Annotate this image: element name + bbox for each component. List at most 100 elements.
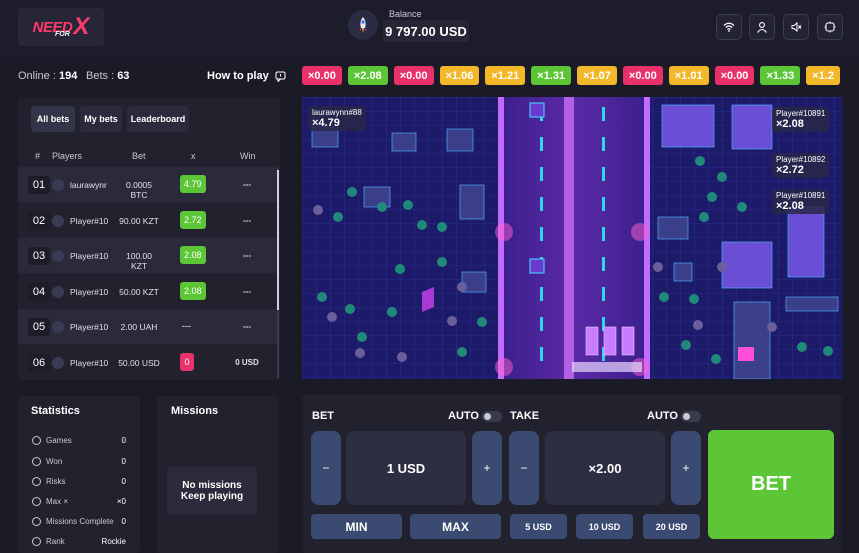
place-bet-button[interactable]: BET: [708, 430, 834, 539]
multiplier-chip: ×1.01: [668, 66, 709, 85]
stat-label: Max ×: [46, 497, 69, 506]
logo-x: X: [73, 13, 90, 40]
player-overlay: Player#10891 ×2.08: [772, 189, 830, 214]
chip-icon[interactable]: [817, 14, 843, 40]
col-players: Players: [52, 151, 83, 161]
row-number: 02: [28, 212, 50, 230]
row-multiplier: 2.72: [180, 211, 206, 229]
multiplier-chip: ×1.31: [531, 66, 572, 85]
lightning-icon: [32, 477, 41, 486]
overlay-player-name: Player#10891: [776, 109, 826, 118]
take-label: TAKE: [510, 410, 540, 422]
row-bet: 90.00 KZT: [119, 216, 159, 226]
auto-bet-toggle[interactable]: [482, 411, 502, 422]
col-x: x: [191, 151, 196, 161]
player-overlay: Player#10891 ×2.08: [772, 107, 830, 132]
table-row: 04 Player#10 50.00 KZT 2.08 ---: [18, 274, 278, 309]
stat-label: Risks: [46, 477, 66, 486]
overlay-multiplier: ×2.72: [776, 164, 804, 176]
missions-title: Missions: [171, 405, 219, 417]
quick-bet-10-button[interactable]: 10 USD: [576, 514, 633, 539]
stat-row: Won: [32, 457, 62, 466]
row-win: ---: [243, 216, 251, 225]
stat-value: 0: [121, 477, 126, 486]
tab-my-bets[interactable]: My bets: [80, 106, 122, 132]
row-number: 05: [28, 318, 50, 336]
stat-value: 0: [121, 517, 126, 526]
row-win: ---: [243, 180, 251, 189]
bet-label: BET: [312, 410, 334, 422]
sound-off-icon[interactable]: [783, 14, 809, 40]
multiplier-chip: ×1.21: [485, 66, 526, 85]
row-bet: 50.00 KZT: [119, 287, 159, 297]
stat-value: Rockie: [101, 537, 126, 546]
max-icon: [32, 497, 41, 506]
rank-icon: [32, 537, 41, 546]
row-win: ---: [243, 287, 251, 296]
quick-bet-20-button[interactable]: 20 USD: [643, 514, 700, 539]
multiplier-chip: ×0.00: [302, 66, 342, 85]
avatar-icon: [52, 286, 64, 298]
check-icon: [32, 517, 41, 526]
row-bet: 50.00 USD: [118, 358, 160, 368]
wifi-icon[interactable]: [716, 14, 742, 40]
col-win: Win: [240, 151, 256, 161]
trophy-icon: [32, 457, 41, 466]
statistics-title: Statistics: [31, 405, 80, 417]
game-view: laurawynn#88 ×4.79 Player#10891 ×2.08 Pl…: [302, 97, 842, 379]
tab-all-bets[interactable]: All bets: [31, 106, 75, 132]
help-chat-icon: [275, 71, 286, 82]
row-number: 04: [28, 283, 50, 301]
missions-empty-line1: No missions: [182, 480, 242, 491]
auto-take-label: AUTO: [647, 410, 678, 422]
stat-value: 0: [121, 436, 126, 445]
multiplier-chip: ×0.00: [393, 66, 434, 85]
row-player: Player#10: [70, 358, 109, 368]
row-bet: 100.00 KZT: [126, 251, 152, 271]
bet-increase-button[interactable]: +: [472, 431, 502, 505]
table-row: 05 Player#10 2.00 UAH --- ---: [18, 309, 278, 344]
overlay-multiplier: ×2.08: [776, 118, 804, 130]
missions-empty: No missions Keep playing: [167, 467, 257, 515]
stat-row: Games: [32, 436, 72, 445]
row-multiplier: 2.08: [180, 246, 206, 264]
stat-value: 0: [121, 457, 126, 466]
row-number: 06: [28, 354, 50, 372]
stat-row: Risks: [32, 477, 66, 486]
online-count: Online : 194: [18, 70, 78, 82]
take-multiplier-field[interactable]: ×2.00: [545, 431, 665, 505]
row-multiplier: 4.79: [180, 175, 206, 193]
tab-leaderboard[interactable]: Leaderboard: [127, 106, 189, 132]
take-decrease-button[interactable]: −: [509, 431, 539, 505]
user-icon[interactable]: [749, 14, 775, 40]
auto-take-toggle[interactable]: [681, 411, 701, 422]
overlay-player-name: Player#10892: [776, 155, 826, 164]
bet-amount-field[interactable]: 1 USD: [346, 431, 466, 505]
min-bet-button[interactable]: MIN: [311, 514, 402, 539]
quick-bet-5-button[interactable]: 5 USD: [510, 514, 567, 539]
multiplier-chip: ×1.06: [439, 66, 480, 85]
col-bet: Bet: [132, 151, 146, 161]
row-player: Player#10: [70, 322, 109, 332]
row-win: 0 USD: [235, 358, 259, 367]
multiplier-chip: ×1.2: [806, 66, 840, 85]
row-player: Player#10: [70, 251, 109, 261]
logo-for: FOR: [55, 31, 70, 38]
row-multiplier: ---: [182, 321, 191, 331]
bet-decrease-button[interactable]: −: [311, 431, 341, 505]
stat-row: Max ×: [32, 497, 68, 506]
row-number: 01: [28, 176, 50, 194]
bets-count: Bets : 63: [86, 70, 130, 82]
multiplier-chip: ×1.33: [760, 66, 801, 85]
rocket-icon: [348, 10, 378, 40]
take-increase-button[interactable]: +: [671, 431, 701, 505]
table-scroll-thumb[interactable]: [277, 170, 279, 310]
stat-value: ×0: [116, 497, 126, 506]
how-to-play-button[interactable]: How to play: [207, 70, 286, 82]
row-win: ---: [243, 322, 251, 331]
max-bet-button[interactable]: MAX: [410, 514, 501, 539]
table-row: 02 Player#10 90.00 KZT 2.72 ---: [18, 203, 278, 238]
multiplier-chip: ×1.07: [577, 66, 617, 85]
missions-empty-line2: Keep playing: [180, 491, 244, 502]
stat-label: Games: [46, 436, 72, 445]
